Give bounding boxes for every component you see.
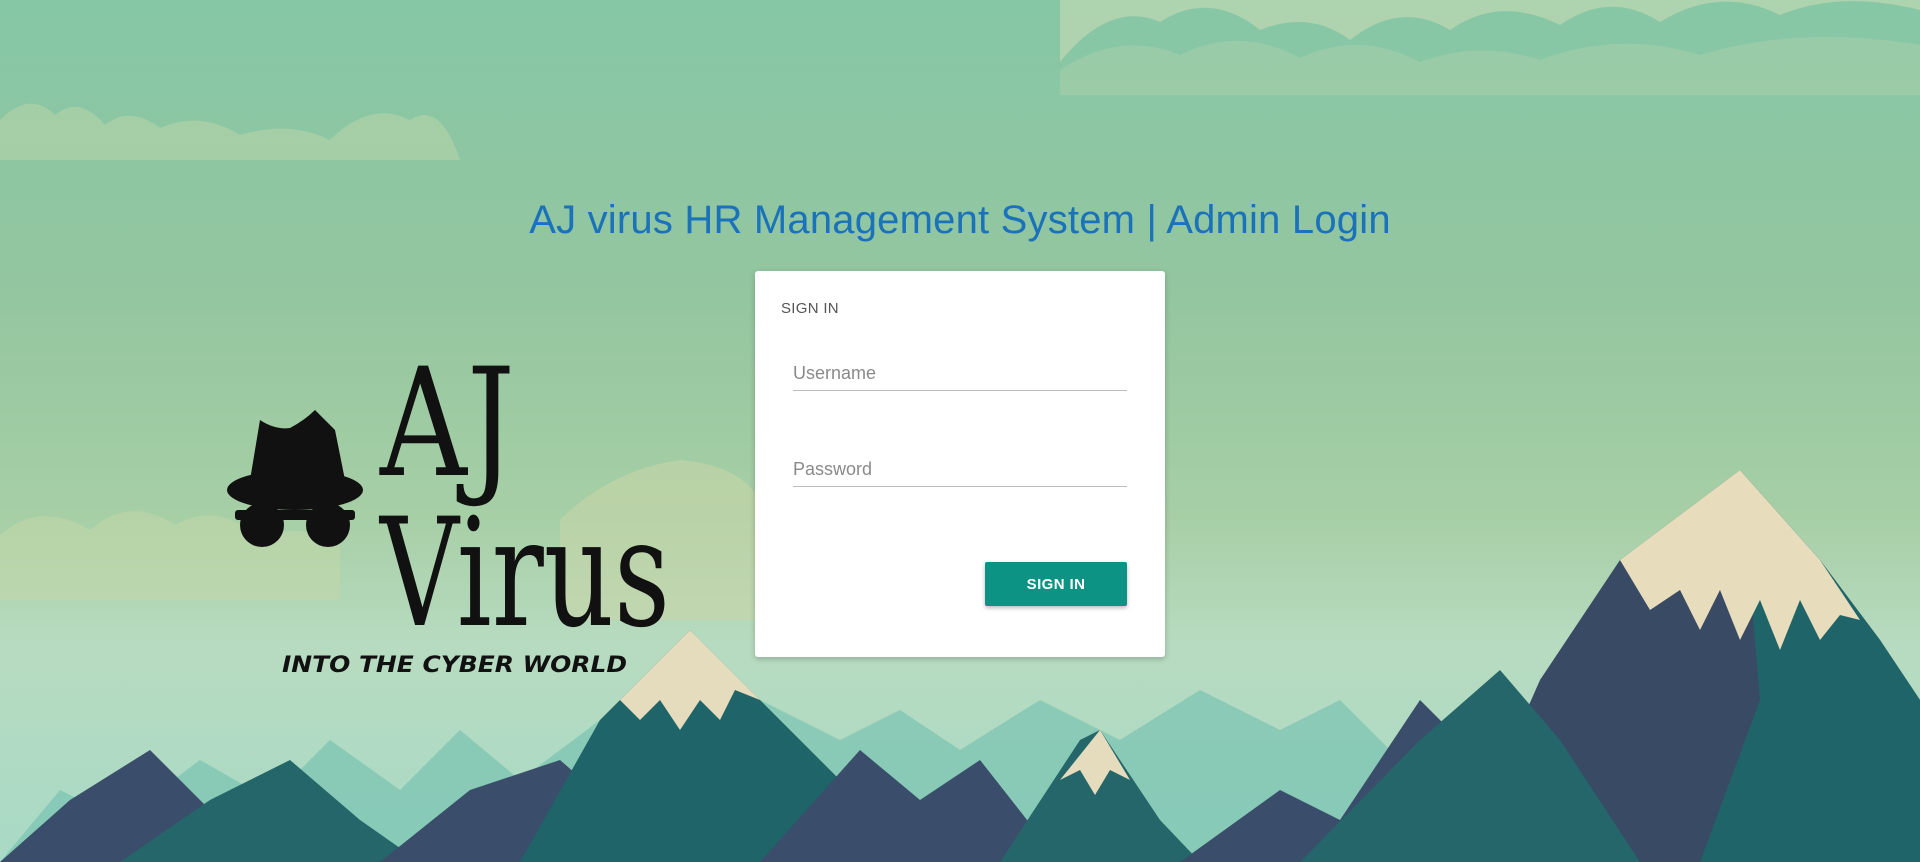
- brand-line2: Virus: [379, 487, 670, 661]
- cloud-top-right-2: [1060, 37, 1920, 95]
- login-card: SIGN IN SIGN IN: [755, 271, 1165, 657]
- brand-logo: AJ Virus INTO THE CYBER WORLD: [227, 337, 670, 678]
- username-input[interactable]: [793, 363, 1127, 384]
- cloud-top-left: [0, 103, 460, 160]
- spy-hat-glasses-icon: [227, 410, 363, 547]
- card-header: SIGN IN: [781, 300, 839, 317]
- password-input[interactable]: [793, 459, 1127, 480]
- login-page: AJ virus HR Management System | Admin Lo…: [0, 0, 1920, 862]
- brand-tagline: INTO THE CYBER WORLD: [282, 653, 627, 678]
- page-title: AJ virus HR Management System | Admin Lo…: [529, 198, 1391, 242]
- username-field: [793, 346, 1127, 391]
- brand-line1: AJ: [379, 337, 515, 511]
- password-field: [793, 442, 1127, 487]
- sign-in-button[interactable]: SIGN IN: [985, 562, 1127, 606]
